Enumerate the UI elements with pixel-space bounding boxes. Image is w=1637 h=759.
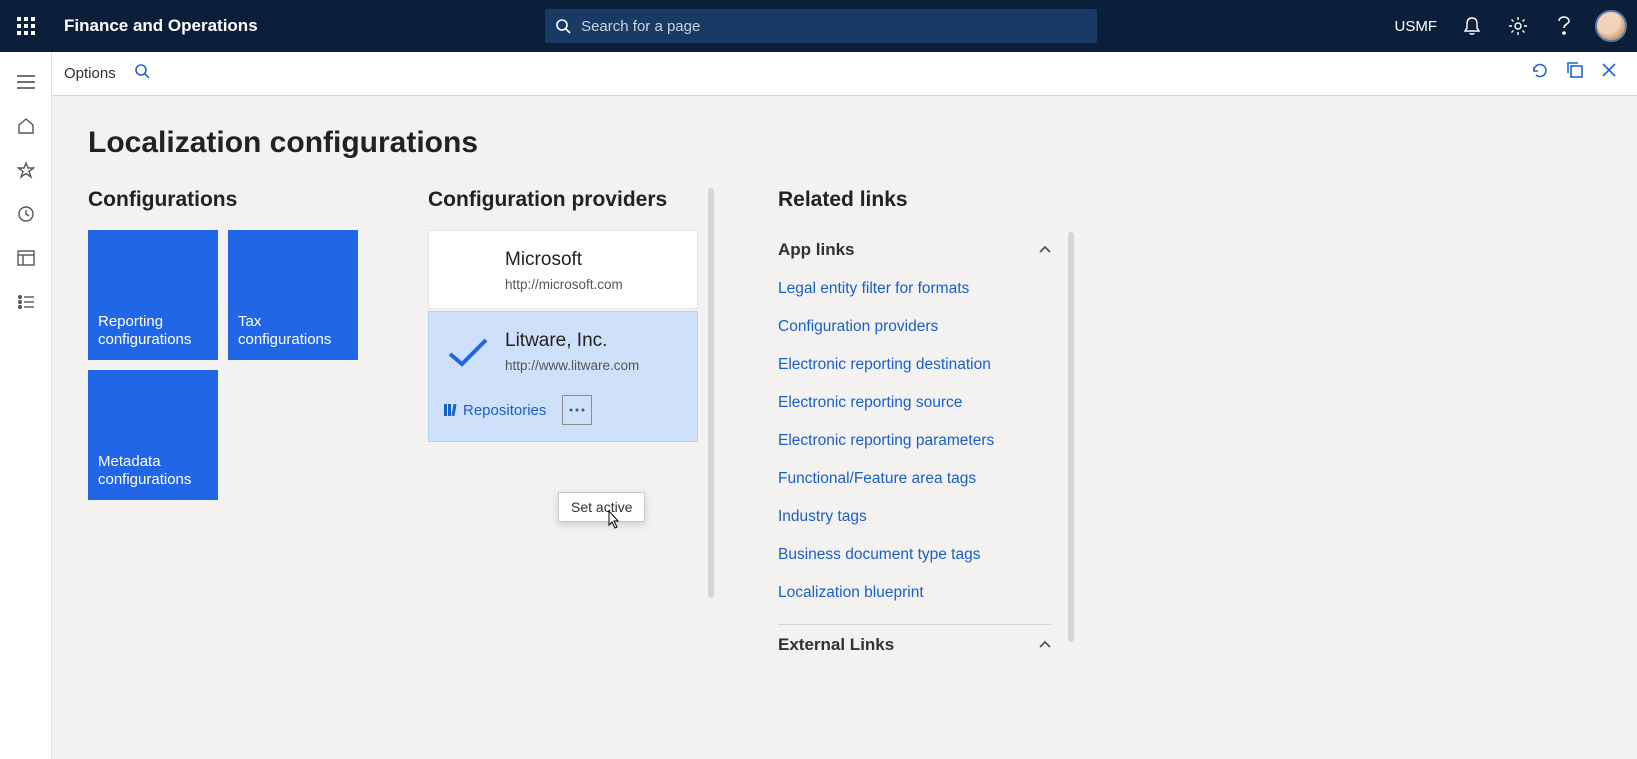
more-actions-button[interactable]: [562, 395, 592, 425]
app-launcher-icon[interactable]: [0, 0, 52, 52]
group-external-links[interactable]: External Links: [778, 624, 1052, 665]
group-app-links[interactable]: App links: [778, 230, 1052, 270]
close-icon[interactable]: [1601, 62, 1617, 85]
app-title: Finance and Operations: [52, 16, 258, 36]
tile-label: Tax configurations: [238, 313, 348, 351]
tile-reporting-configurations[interactable]: Reporting configurations: [88, 230, 218, 360]
help-icon[interactable]: [1543, 0, 1585, 52]
link-item[interactable]: Electronic reporting destination: [778, 346, 1052, 384]
tile-label: Metadata configurations: [98, 453, 208, 491]
home-icon[interactable]: [0, 104, 52, 148]
provider-url: http://www.litware.com: [505, 358, 639, 373]
favorites-icon[interactable]: [0, 148, 52, 192]
link-item[interactable]: Functional/Feature area tags: [778, 460, 1052, 498]
page-title: Localization configurations: [88, 126, 1601, 160]
repositories-icon: [443, 403, 457, 417]
avatar[interactable]: [1595, 10, 1627, 42]
top-right-tools: USMF: [1385, 0, 1637, 52]
link-item[interactable]: Business document type tags: [778, 536, 1052, 574]
scrollbar[interactable]: [1068, 232, 1074, 642]
tile-label: Reporting configurations: [98, 313, 208, 351]
repositories-link[interactable]: Repositories: [443, 402, 546, 419]
workspaces-icon[interactable]: [0, 236, 52, 280]
provider-card[interactable]: Microsoft http://microsoft.com: [428, 230, 698, 309]
link-item[interactable]: Industry tags: [778, 498, 1052, 536]
provider-card-active[interactable]: Litware, Inc. http://www.litware.com Rep…: [428, 311, 698, 442]
link-item[interactable]: Legal entity filter for formats: [778, 270, 1052, 308]
flyout-set-active[interactable]: Set active: [558, 492, 645, 522]
checkmark-icon: [443, 330, 493, 370]
group-label: External Links: [778, 635, 894, 655]
provider-name: Litware, Inc.: [505, 330, 639, 352]
top-banner: Finance and Operations USMF: [0, 0, 1637, 52]
link-item[interactable]: Electronic reporting source: [778, 384, 1052, 422]
command-bar: Options: [52, 52, 1637, 96]
options-button[interactable]: Options: [64, 65, 116, 82]
link-item[interactable]: Configuration providers: [778, 308, 1052, 346]
hamburger-icon[interactable]: [0, 60, 52, 104]
link-item[interactable]: Electronic reporting parameters: [778, 422, 1052, 460]
chevron-up-icon: [1038, 240, 1052, 260]
search-icon: [555, 18, 571, 34]
popout-icon[interactable]: [1567, 62, 1583, 85]
cmd-search-icon[interactable]: [134, 63, 150, 84]
tile-tax-configurations[interactable]: Tax configurations: [228, 230, 358, 360]
search-box[interactable]: [545, 9, 1097, 43]
refresh-icon[interactable]: [1531, 62, 1549, 85]
section-configurations: Configurations: [88, 188, 368, 212]
search-input[interactable]: [581, 18, 1087, 35]
link-item[interactable]: Localization blueprint: [778, 574, 1052, 612]
group-label: App links: [778, 240, 855, 260]
company-picker[interactable]: USMF: [1385, 18, 1448, 35]
provider-name: Microsoft: [505, 249, 623, 271]
section-providers: Configuration providers: [428, 188, 692, 212]
repositories-label: Repositories: [463, 402, 546, 419]
provider-url: http://microsoft.com: [505, 277, 623, 292]
modules-icon[interactable]: [0, 280, 52, 324]
notifications-icon[interactable]: [1451, 0, 1493, 52]
tile-metadata-configurations[interactable]: Metadata configurations: [88, 370, 218, 500]
section-related-links: Related links: [778, 188, 1052, 212]
scrollbar[interactable]: [708, 188, 714, 598]
chevron-up-icon: [1038, 635, 1052, 655]
recent-icon[interactable]: [0, 192, 52, 236]
left-nav-rail: [0, 52, 52, 759]
gear-icon[interactable]: [1497, 0, 1539, 52]
flyout-label: Set active: [571, 499, 632, 515]
